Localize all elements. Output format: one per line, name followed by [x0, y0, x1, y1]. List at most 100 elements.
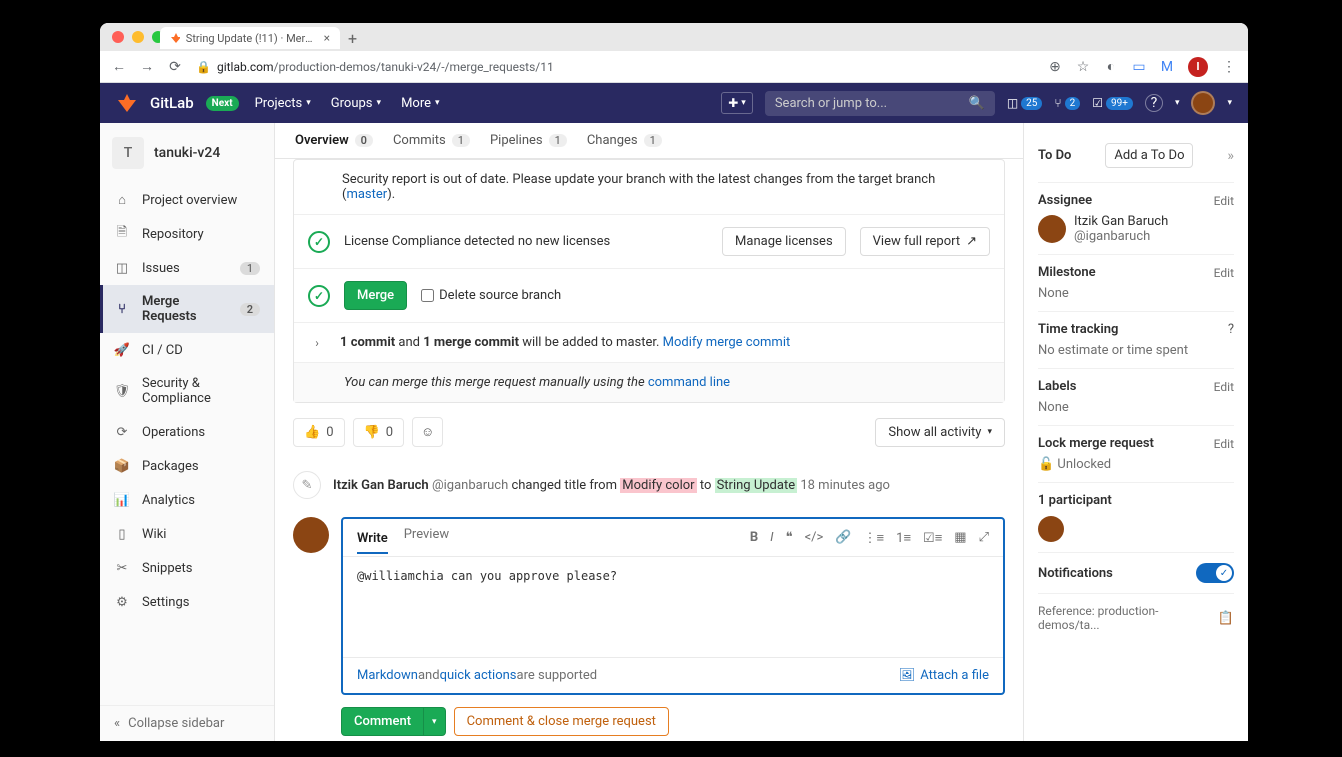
master-branch-link[interactable]: master — [346, 187, 387, 202]
sidebar-item-wiki[interactable]: ▯Wiki — [100, 517, 274, 551]
project-header[interactable]: T tanuki-v24 — [100, 123, 274, 183]
collapse-right-sidebar-icon[interactable]: » — [1227, 148, 1234, 164]
nav-groups[interactable]: Groups▾ — [327, 96, 385, 111]
nav-more[interactable]: More▾ — [397, 96, 443, 111]
fullscreen-button[interactable]: ⤢ — [979, 530, 989, 546]
task-list-button[interactable]: ☑≡ — [923, 530, 942, 546]
window-titlebar: String Update (!11) · Merge Req... × + — [100, 23, 1248, 51]
manage-licenses-button[interactable]: Manage licenses — [722, 227, 846, 256]
bookmark-icon[interactable]: ☆ — [1076, 60, 1090, 74]
sidebar-item-security[interactable]: 🛡Security & Compliance — [100, 367, 274, 415]
browser-tab[interactable]: String Update (!11) · Merge Req... × — [160, 27, 340, 49]
new-tab-button[interactable]: + — [348, 29, 357, 48]
tab-pipelines[interactable]: Pipelines1 — [490, 133, 567, 148]
bullet-list-button[interactable]: ⋮≡ — [864, 530, 885, 546]
quick-actions-link[interactable]: quick actions — [440, 668, 517, 683]
thumbs-up-button[interactable]: 👍 0 — [293, 418, 345, 447]
merge-button[interactable]: Merge — [344, 281, 407, 310]
copy-reference-icon[interactable]: 📋 — [1218, 611, 1234, 626]
add-todo-button[interactable]: Add a To Do — [1105, 143, 1193, 168]
quote-button[interactable]: ❝ — [786, 530, 793, 546]
bold-button[interactable]: B — [750, 530, 758, 546]
thumbs-down-button[interactable]: 👎 0 — [353, 418, 405, 447]
participant-avatar[interactable] — [1038, 516, 1064, 542]
back-button[interactable]: ← — [112, 60, 126, 74]
write-tab[interactable]: Write — [357, 531, 388, 554]
extension-icon-2[interactable]: ▭ — [1132, 60, 1146, 74]
markdown-help-link[interactable]: Markdown — [357, 668, 418, 683]
tab-overview[interactable]: Overview0 — [295, 133, 373, 148]
zoom-icon[interactable]: ⊕ — [1048, 60, 1062, 74]
nav-projects[interactable]: Projects▾ — [251, 96, 315, 111]
search-icon: 🔍 — [969, 96, 985, 111]
edit-labels-button[interactable]: Edit — [1214, 380, 1234, 394]
user-avatar[interactable] — [1191, 91, 1215, 115]
license-compliance-row: ✓ License Compliance detected no new lic… — [294, 215, 1004, 269]
close-window-icon[interactable] — [112, 31, 124, 43]
tab-changes[interactable]: Changes1 — [587, 133, 662, 148]
attach-file-button[interactable]: 🖼Attach a file — [899, 668, 989, 683]
sidebar-item-cicd[interactable]: 🚀CI / CD — [100, 333, 274, 367]
reload-button[interactable]: ⟳ — [168, 60, 182, 74]
todo-counter[interactable]: ☑99+ — [1092, 96, 1133, 110]
sidebar-item-snippets[interactable]: ✂Snippets — [100, 551, 274, 585]
comment-textarea[interactable]: @williamchia can you approve please? — [343, 557, 1003, 657]
edit-milestone-button[interactable]: Edit — [1214, 266, 1234, 280]
sidebar-item-analytics[interactable]: 📊Analytics — [100, 483, 274, 517]
help-button[interactable]: ? — [1145, 94, 1163, 112]
sidebar-item-repository[interactable]: 🗎Repository — [100, 217, 274, 251]
unlock-icon: 🔓 — [1038, 457, 1054, 472]
security-report-row: Security report is out of date. Please u… — [294, 160, 1004, 215]
comment-dropdown-toggle[interactable]: ▾ — [424, 707, 446, 736]
table-button[interactable]: ▦ — [954, 530, 966, 546]
sidebar-item-issues[interactable]: ◫Issues1 — [100, 251, 274, 285]
preview-tab[interactable]: Preview — [404, 527, 449, 548]
search-input[interactable]: Search or jump to... 🔍 — [765, 91, 995, 116]
sidebar-item-packages[interactable]: 📦Packages — [100, 449, 274, 483]
assignee-avatar[interactable] — [1038, 215, 1066, 243]
address-bar: ← → ⟳ 🔒 gitlab.com/production-demos/tanu… — [100, 51, 1248, 83]
code-button[interactable]: </> — [805, 530, 824, 546]
close-tab-icon[interactable]: × — [324, 31, 330, 45]
help-icon[interactable]: ? — [1228, 322, 1234, 337]
tab-commits[interactable]: Commits1 — [393, 133, 470, 148]
chevron-right-icon[interactable]: › — [308, 336, 326, 350]
sidebar-item-merge-requests[interactable]: ⑂Merge Requests2 — [100, 285, 274, 333]
minimize-window-icon[interactable] — [132, 31, 144, 43]
italic-button[interactable]: I — [770, 530, 773, 546]
merge-row: ✓ Merge Delete source branch — [294, 269, 1004, 323]
sidebar-item-settings[interactable]: ⚙Settings — [100, 585, 274, 619]
new-dropdown-button[interactable]: ✚ ▾ — [721, 92, 753, 114]
show-activity-dropdown[interactable]: Show all activity ▾ — [875, 418, 1005, 447]
add-reaction-button[interactable]: ☺ — [412, 417, 443, 447]
sidebar-item-operations[interactable]: ⟳Operations — [100, 415, 274, 449]
mr-counter[interactable]: ⑂2 — [1054, 96, 1080, 110]
extension-icon[interactable]: ◐ — [1104, 60, 1118, 74]
edit-lock-button[interactable]: Edit — [1214, 437, 1234, 451]
project-sidebar: T tanuki-v24 ⌂Project overview 🗎Reposito… — [100, 123, 275, 741]
browser-profile-avatar[interactable]: I — [1188, 57, 1208, 77]
notifications-toggle[interactable] — [1196, 563, 1234, 583]
gitlab-logo-icon[interactable] — [116, 92, 138, 114]
command-line-link[interactable]: command line — [648, 375, 730, 390]
mr-right-sidebar: To Do Add a To Do » AssigneeEdit Itzik G… — [1023, 123, 1248, 741]
pencil-icon: ✎ — [293, 471, 321, 499]
modify-merge-commit-link[interactable]: Modify merge commit — [663, 335, 791, 350]
delete-branch-checkbox[interactable]: Delete source branch — [421, 288, 561, 303]
extension-icon-3[interactable]: M — [1160, 60, 1174, 74]
collapse-sidebar-button[interactable]: «Collapse sidebar — [100, 705, 274, 741]
comment-button[interactable]: Comment — [341, 707, 424, 736]
home-icon: ⌂ — [114, 192, 130, 208]
sidebar-item-overview[interactable]: ⌂Project overview — [100, 183, 274, 217]
comment-close-button[interactable]: Comment & close merge request — [454, 707, 669, 736]
url-input[interactable]: 🔒 gitlab.com/production-demos/tanuki-v24… — [196, 60, 1034, 74]
browser-menu-icon[interactable]: ⋮ — [1222, 60, 1236, 74]
gitlab-brand[interactable]: GitLab — [150, 94, 194, 112]
edit-assignee-button[interactable]: Edit — [1214, 194, 1234, 208]
number-list-button[interactable]: 1≡ — [896, 530, 911, 546]
link-button[interactable]: 🔗 — [835, 530, 851, 546]
issues-icon: ◫ — [1007, 96, 1018, 110]
forward-button[interactable]: → — [140, 60, 154, 74]
issues-counter[interactable]: ◫25 — [1007, 96, 1043, 110]
view-full-report-button[interactable]: View full report↗ — [860, 227, 990, 256]
